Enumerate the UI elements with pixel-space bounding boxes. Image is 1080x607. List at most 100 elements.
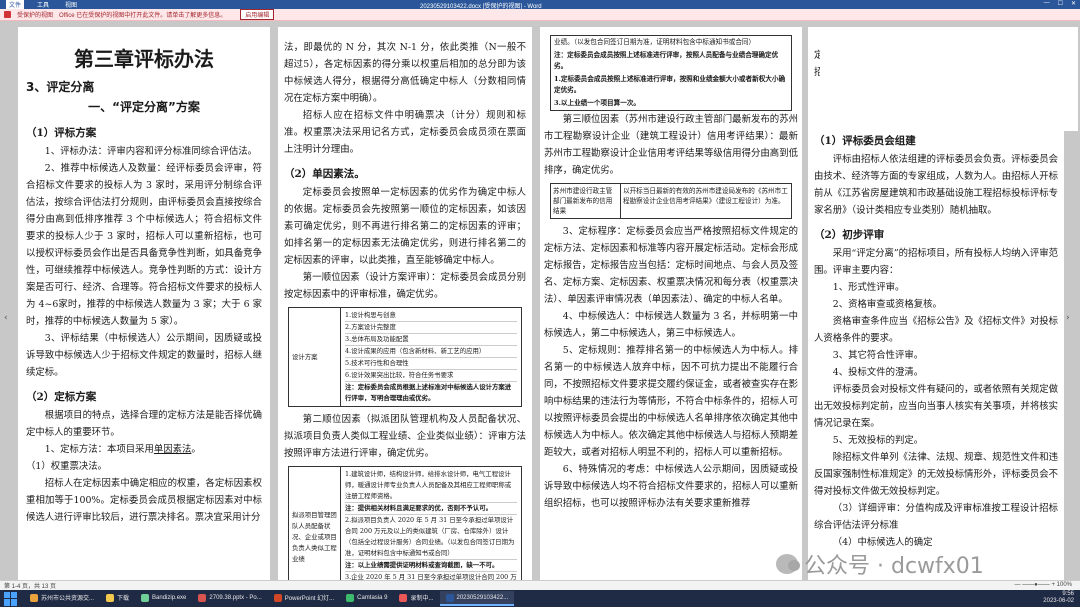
app-label: 下载 [117,596,130,602]
app-icon [445,593,454,602]
app-icon [198,593,207,602]
title-bar: 文件 工具 视图 20230529103422.docx [受保护的视图] - … [0,0,1080,10]
taskbar-app[interactable]: 苏州市公共资源交... [24,591,100,606]
list-item: 2、资格审查或资格复核。 [832,299,942,310]
table-items: 1.设计构思与创意 2.方案设计完整度 3.总体布局及功能配置 4.设计成果的应… [341,308,521,406]
paragraph: 评标由招标人依法组建的评标委员会负责。评标委员会由技术、经济等方面的专家组成，人… [814,154,1058,216]
team-criteria-table: 拟派项目管理团队人员配备状况、企业或项目负责人类似工程业绩 1.建筑设计师，结构… [288,466,522,592]
paragraph: （1）权重票决法。 [26,461,107,472]
paragraph: 4、中标候选人：中标候选人数量为 3 名，并标明第一中标候选人，第二中标候选人，… [544,311,798,339]
committee-heading: （1）评标委员会组建 [814,135,916,147]
paragraph: 第三顺位因素（苏州市建设行政主管部门最新发布的苏州市工程勘察设计企业（建筑工程设… [544,114,798,176]
document-viewport[interactable]: 第三章评标办法 3、评定分离 一、“评定分离”方案 （1）评标方案 1、评标办法… [0,21,1080,592]
start-icon[interactable] [4,591,18,606]
window-controls: — ☐ ✕ [1044,0,1076,7]
paragraph: 根据项目的特点，选择合理的定标方法是能否择优确定中标人的重要环节。 [26,410,262,438]
table-row: 3.以上业绩一个项目算一次。 [554,99,641,107]
app-icon [346,593,355,602]
protected-view-message: Office 已在受保护的视图中打开此文件。请单击了解更多信息。 [59,13,227,19]
paragraph: 第二顺位因素（拟派团队管理机构及人员配备状况、拟派项目负责人类似工程业绩、企业类… [284,414,526,459]
taskbar-app[interactable]: Bandizip.exe [135,591,192,606]
paragraph: 1、定标方法：本项目采用单因素法。 [26,441,262,458]
page-3: 业绩。（以发包合同签订日期为准，证明材料包含中标通知书或合同） 注：定标委员会成… [540,27,802,592]
paragraph: 1、评标办法：评审内容和评分标准同综合评估法。 [44,146,258,157]
table-row: 1.建筑设计师，结构设计师，给排水设计师，电气工程设计师，暖通设计师专业负责人人… [345,469,517,503]
taskbar-app[interactable]: PowerPoint 幻灯... [268,591,340,606]
single-factor-heading: （2）单因素法。 [284,168,365,180]
paragraph: 招标人在定标因素中确定相应的权重，各定标因素权重相加等于100%。定标委员会成员… [26,478,262,523]
taskbar-app[interactable]: 录制中... [393,591,439,606]
page-1: 第三章评标办法 3、评定分离 一、“评定分离”方案 （1）评标方案 1、评标办法… [18,27,270,592]
menu-file[interactable]: 文件 [6,0,25,9]
taskbar-app[interactable]: 2709.38.pptx - Po... [192,591,267,606]
paragraph: 招标人应在招标文件中明确票决（计分）规则和标准。权重票决法采用记名方式，定标委员… [284,110,526,155]
section-heading: 3、评定分离 [26,80,95,94]
enable-editing-button[interactable]: 启用编辑 [240,9,275,20]
prev-page-icon[interactable]: ‹ [4,313,12,327]
app-icon [106,593,115,602]
performance-notes-table: 业绩。（以发包合同签订日期为准，证明材料包含中标通知书或合同） 注：定标委员会成… [550,35,792,111]
taskbar-apps: 苏州市公共资源交... 下载 Bandizip.exe 2709.38.pptx - … [24,591,515,606]
menu-view[interactable]: 视图 [62,0,80,9]
paragraph: 除招标文件单列《法律、法规、规章、规范性文件和违反国家强制性标准规定》的无效投标… [814,452,1058,497]
app-icon [273,593,282,602]
table-row: 3.总体布局及功能配置 [345,334,517,346]
credit-criteria-table: 苏州市建设行政主管部门最新发布的信用结果 以开标当日最新的有效的苏州市建设局发布… [550,183,792,219]
paragraph: 3、定标程序：定标委员会应当严格按照招标文件规定的定标方法、定标因素和标准等内容… [544,226,798,305]
paragraph: 第一顺位因素（设计方案评审）：定标委员会成员分别按定标因素中的评审标准，确定优劣… [284,272,526,300]
zoom-slider[interactable]: — ——●—— + 100% [1015,582,1072,588]
clock-time: 9:56 [1062,591,1074,597]
table-row: 注：定标委员会成员按照上述标准进行评审，按照人员配备与业绩合理确定优劣。 [554,51,779,70]
paragraph: 定标委员会按照单一定标因素的优劣作为确定中标人的依据。定标委员会先按照第一顺位的… [284,187,526,266]
table-label: 苏州市建设行政主管部门最新发布的信用结果 [551,184,621,218]
app-label: 录制中... [410,596,434,602]
eval-plan-heading: （1）评标方案 [26,127,97,139]
paragraph: 2、推荐中标候选人及数量：经评标委员会评审，符合招标文件要求的投标人为 3 家时… [26,163,262,327]
paragraph: 采用“评定分离”的招标项目，所有投标人均纳入评审范围。评审主要内容： [814,248,1059,276]
protected-view-bar: 受保护的视图 Office 已在受保护的视图中打开此文件。请单击了解更多信息。 … [0,9,1080,21]
text-run: 1、定标方法：本项目采用 [44,444,154,455]
table-cell: 以开标当日最新的有效的苏州市建设局发布的《苏州市工程勘察设计企业信用考评结果》（… [623,187,788,205]
page-count: 第 1-4 页，共 13 页 [4,584,57,590]
chapter-title: 第三章评标办法 [74,47,214,71]
shield-icon [4,11,11,18]
table-row: 5.技术可行性和合理性 [345,358,517,370]
clock-date: 2023-06-02 [1043,598,1074,604]
taskbar-app[interactable]: 20230529103422... [439,591,515,606]
minimize-icon[interactable]: — [1044,0,1050,7]
table-row: 注：以上业绩需提供证明材料或查询截图，缺一不可。 [345,560,517,572]
watermark-text: 公众号 · dcwfx01 [804,554,984,579]
list-item: 1、形式性评审。 [832,282,905,293]
maximize-icon[interactable]: ☐ [1058,0,1063,7]
table-row: 4.设计成果的应用（包含新材料、新工艺的应用） [345,346,517,358]
paragraph: 3、评标结果（中标候选人）公示期间，因质疑或投诉导致中标候选人少于招标文件规定的… [26,333,262,378]
table-row: 1.设计构思与创意 [345,310,517,322]
paragraph: 5、定标规则：推荐排名第一的中标候选人为中标人。排名第一的中标候选人放弃中标，因… [544,345,798,458]
app-label: 20230529103422... [456,594,509,601]
wechat-icon [776,554,800,574]
word-window: 文件 工具 视图 20230529103422.docx [受保护的视图] - … [0,0,1080,607]
app-icon [141,593,150,602]
award-plan-heading: （2）定标方案 [26,391,97,403]
watermark: 公众号 · dcwfx01 [776,548,984,580]
next-page-icon[interactable]: › [1066,313,1074,327]
menu-tools[interactable]: 工具 [34,0,52,9]
taskbar-app[interactable]: 下载 [100,591,135,606]
system-clock[interactable]: 9:56 2023-06-02 [1043,591,1074,605]
paragraph: 6、特殊情况的考虑：中标候选人公示期间，因质疑或投诉导致中标候选人均不符合招标文… [544,464,798,509]
page-2: 法，即最优的 N 分，其次 N-1 分，依此类推（N一般不超过5），各定标因素的… [278,27,532,592]
app-label: Bandizip.exe [152,594,187,601]
paragraph: 评标委员会对投标文件有疑问的，或者依照有关规定做出无效投标判定前，应当向当事人核… [814,384,1058,429]
list-item: 3、其它符合性评审。 [832,350,924,361]
taskbar: 苏州市公共资源交... 下载 Bandizip.exe 2709.38.pptx - … [0,590,1080,607]
list-item: 5、无效投标的判定。 [832,435,924,446]
blank-region [820,27,1078,131]
table-items: 1.建筑设计师，结构设计师，给排水设计师，电气工程设计师，暖通设计师专业负责人人… [341,467,521,592]
table-row: 1.定标委员会成员按照上述标准进行评审，按照和业绩金额大小或者新权大小确定优劣。 [554,75,786,94]
taskbar-app[interactable]: Camtasia 9 [340,591,393,606]
table-row: 6.设计效果突出比较，符合任务书要求 [345,370,517,382]
underlined-text: 单因素法 [153,444,192,455]
app-icon [399,593,408,602]
paragraph: 法，即最优的 N 分，其次 N-1 分，依此类推（N一般不超过5），各定标因素的… [284,42,526,104]
close-icon[interactable]: ✕ [1071,0,1076,7]
